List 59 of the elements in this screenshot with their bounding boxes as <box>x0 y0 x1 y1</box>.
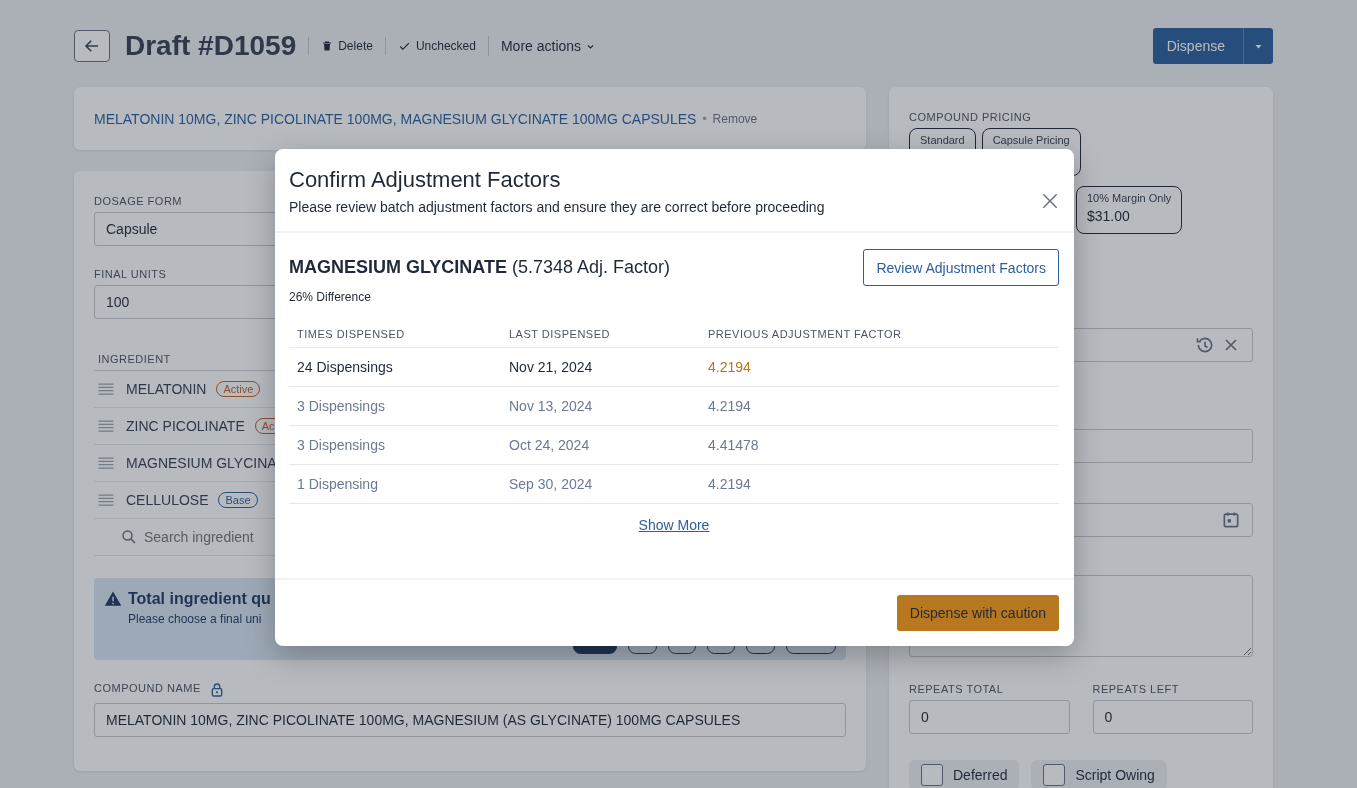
repeats-field[interactable]: 0 <box>909 700 1070 734</box>
field-label: COMPOUND PRICING <box>909 111 1032 123</box>
field-label: REPEATS TOTAL <box>909 683 1005 695</box>
history-icon <box>1195 335 1215 355</box>
dialog-subtitle: Please review batch adjustment factors and ensure they are correct before proceeding <box>289 199 826 215</box>
delete-action[interactable]: Delete <box>308 37 385 55</box>
page-title: Draft #D1059 <box>125 30 297 62</box>
field-label: REPEATS LEFT <box>1092 683 1180 695</box>
dispense-caution-button[interactable]: Dispense with caution <box>896 595 1059 631</box>
repeats-field[interactable]: 0 <box>1092 700 1253 734</box>
show-more-link[interactable]: Show More <box>632 516 716 534</box>
compound-name-field[interactable]: MELATONIN 10MG, ZINC PICOLINATE 100MG, MAGNESIUM (AS GLYCINATE) 100MG CAPSULES <box>94 703 846 737</box>
table-cell: 24 Dispensings <box>289 347 501 387</box>
checkbox[interactable] <box>1043 764 1066 786</box>
pricing-option[interactable]: 10% Margin Only $31.00 <box>1076 186 1183 234</box>
column-header: PREVIOUS ADJUSTMENT FACTOR <box>700 321 1059 348</box>
check-action[interactable]: Unchecked <box>384 37 488 55</box>
table-cell: 4.2194 <box>700 464 1059 504</box>
table-cell: 3 Dispensings <box>289 425 501 465</box>
table-cell: 4.2194 <box>700 347 1059 387</box>
table-cell: Nov 21, 2024 <box>501 347 700 387</box>
remove-link[interactable]: Remove <box>712 111 758 126</box>
checkbox-option[interactable]: Script Owing <box>1031 760 1167 788</box>
dialog-title: Confirm Adjustment Factors <box>289 167 562 193</box>
table-cell: Sep 30, 2024 <box>501 464 700 504</box>
checkbox[interactable] <box>921 764 943 786</box>
table-cell: 1 Dispensing <box>289 464 501 504</box>
table-cell: Nov 13, 2024 <box>501 386 700 426</box>
product-link[interactable]: MELATONIN 10MG, ZINC PICOLINATE 100MG, MAGNESIUM GLYCINATE 100MG CAPSULES <box>94 110 697 127</box>
ingredient-name: MELATONIN <box>126 381 207 397</box>
table-cell: 4.2194 <box>700 386 1059 426</box>
field-label: FINAL UNITS <box>94 268 167 280</box>
close-icon <box>1040 191 1060 211</box>
table-cell: 4.41478 <box>700 425 1059 465</box>
arrow-left-icon <box>83 37 101 55</box>
menu-action[interactable]: More actions <box>487 36 608 56</box>
back-button[interactable] <box>74 30 110 62</box>
ingredient-search-field[interactable]: Search ingredient <box>144 529 344 545</box>
column-header: LAST DISPENSED <box>501 321 700 348</box>
ingredient-name: MAGNESIUM GLYCINA <box>126 455 277 471</box>
review-button[interactable]: Review Adjustment Factors <box>863 249 1059 286</box>
trash-icon <box>321 40 334 52</box>
table-cell: 3 Dispensings <box>289 386 501 426</box>
column-header: TIMES DISPENSED <box>289 321 501 348</box>
checkbox-option[interactable]: Deferred <box>909 760 1020 788</box>
separator-dot: • <box>702 111 707 126</box>
dispense-button[interactable]: Dispense <box>1152 28 1273 64</box>
search-icon <box>120 528 138 546</box>
warning-icon <box>104 590 122 608</box>
field-label: DOSAGE FORM <box>94 195 182 207</box>
ingredient-heading: MAGNESIUM GLYCINATE (5.7348 Adj. Factor) <box>289 257 671 278</box>
alert-title: Total ingredient qu <box>128 590 271 608</box>
field-label: COMPOUND NAME <box>94 682 201 694</box>
difference-text: 26% Difference <box>289 290 372 304</box>
calendar-icon <box>1221 510 1241 530</box>
alert-text: Please choose a final uni <box>128 612 263 626</box>
ingredient-name: ZINC PICOLINATE <box>126 418 245 434</box>
ingredient-name: CELLULOSE <box>126 492 209 508</box>
table-cell: Oct 24, 2024 <box>501 425 700 465</box>
